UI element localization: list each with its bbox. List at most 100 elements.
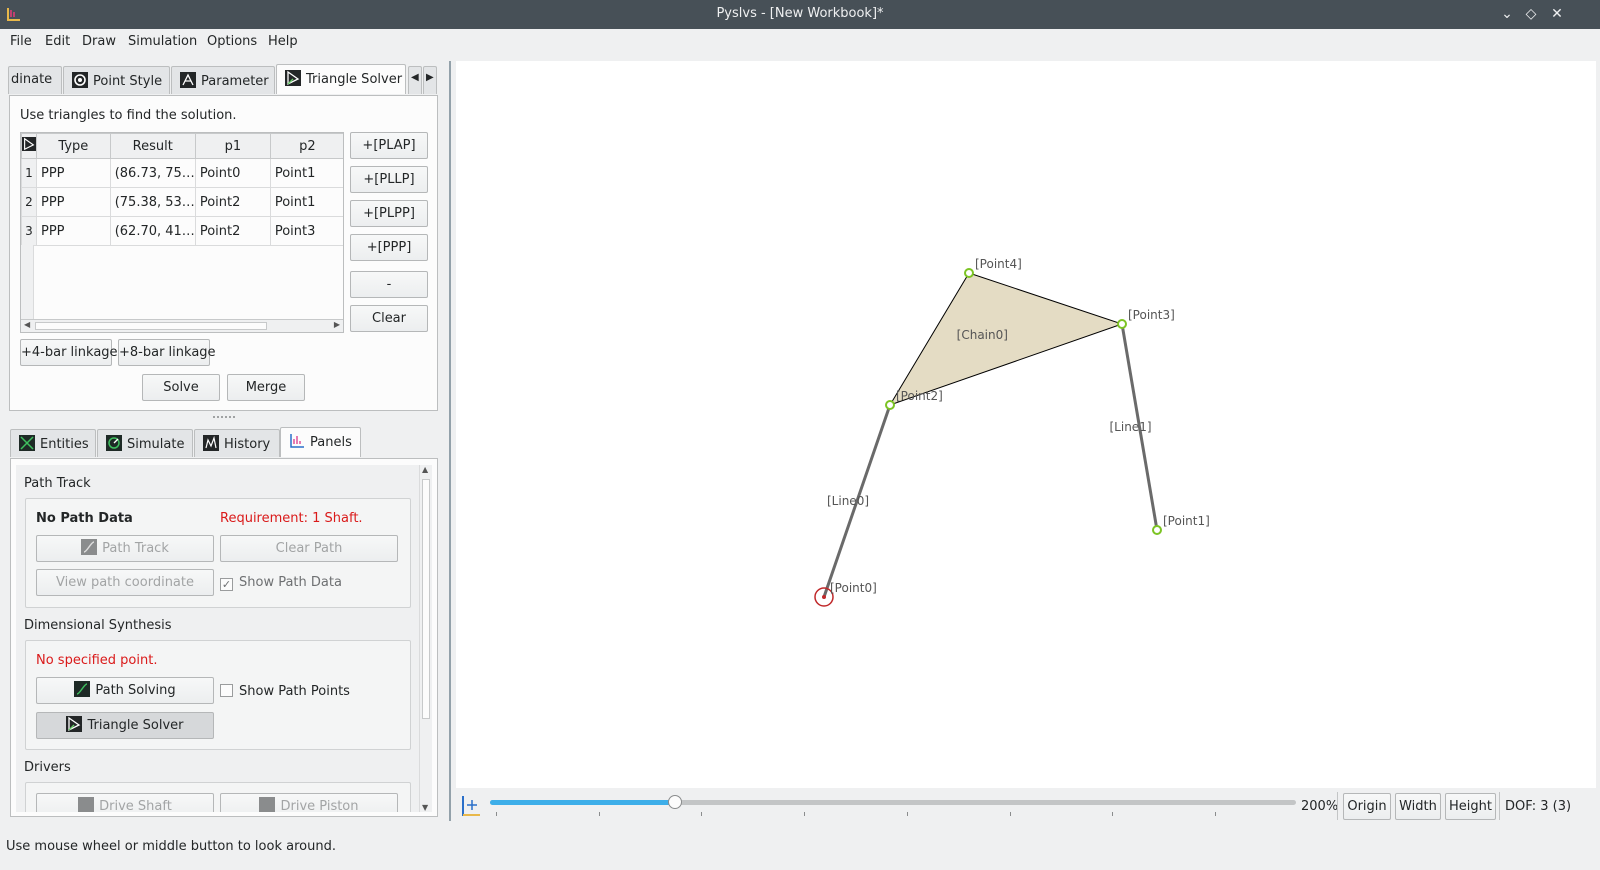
joint-point[interactable] (964, 268, 974, 278)
menu-file[interactable]: File (10, 34, 32, 49)
add-pllp-button[interactable]: +[PLLP] (350, 166, 428, 193)
scroll-up-icon[interactable]: ▲ (422, 465, 428, 474)
table-corner-icon[interactable] (21, 133, 37, 159)
origin-button[interactable]: Origin (1343, 793, 1391, 820)
scrollbar-thumb[interactable] (35, 322, 267, 330)
splitter-handle[interactable] (213, 416, 235, 418)
zoom-slider-handle[interactable] (668, 795, 683, 809)
add-ppp-button[interactable]: +[PPP] (350, 234, 428, 261)
tab-point-style[interactable]: Point Style (63, 66, 170, 94)
path-solving-button[interactable]: Path Solving (36, 677, 214, 704)
slider-tick (701, 812, 703, 816)
show-path-points-checkbox[interactable]: Show Path Points (220, 684, 350, 699)
cell-p1[interactable]: Point2 (194, 216, 271, 246)
chevron-down-icon[interactable]: ⌄ (1498, 5, 1516, 23)
menu-edit[interactable]: Edit (45, 34, 70, 49)
target-icon (72, 72, 88, 88)
table-row[interactable]: 3 PPP (62.70, 41… Point2 Point3 (21, 216, 343, 246)
link-label: [Line1] (1110, 420, 1152, 434)
joint-point[interactable] (1117, 319, 1127, 329)
height-button[interactable]: Height (1445, 793, 1496, 820)
add-4-bar-linkage-button[interactable]: +4-bar linkage (20, 339, 118, 366)
triangle-solver-icon (285, 70, 301, 86)
clear-path-button[interactable]: Clear Path (220, 535, 398, 562)
menu-options[interactable]: Options (207, 34, 257, 49)
solve-button[interactable]: Solve (142, 374, 220, 401)
tab-scroll-right-icon[interactable]: ▶ (423, 66, 437, 94)
cell-type[interactable]: PPP (36, 216, 111, 246)
show-path-data-checkbox[interactable]: ✓ Show Path Data (220, 575, 342, 591)
scroll-right-icon[interactable]: ▶ (334, 320, 340, 329)
drive-piston-button[interactable]: Drive Piston (220, 793, 398, 812)
scroll-down-icon[interactable]: ▼ (422, 803, 428, 812)
merge-button[interactable]: Merge (227, 374, 305, 401)
cell-p2[interactable]: Point1 (269, 187, 343, 217)
menu-draw[interactable]: Draw (82, 34, 116, 49)
tab-coordinate[interactable]: dinate (8, 66, 62, 94)
joint-point[interactable] (885, 400, 895, 410)
scroll-left-icon[interactable]: ◀ (24, 320, 30, 329)
main-splitter[interactable] (449, 61, 451, 821)
history-icon (203, 435, 219, 451)
column-header-result[interactable]: Result (109, 133, 196, 159)
width-button[interactable]: Width (1395, 793, 1441, 820)
dimensional-synthesis-status: No specified point. (36, 653, 158, 668)
cell-result[interactable]: (86.73, 75… (109, 158, 196, 188)
horizontal-scrollbar[interactable]: ◀ ▶ (21, 319, 343, 332)
cell-p2[interactable]: Point3 (269, 216, 343, 246)
path-track-requirement: Requirement: 1 Shaft. (220, 511, 363, 526)
window-title: Pyslvs - [New Workbook]* (716, 6, 884, 21)
mechanism-canvas[interactable]: [Line0] [Line1] [Chain0] [Point0] [Point1] [P… (456, 61, 1596, 788)
add-plpp-button[interactable]: +[PLPP] (350, 200, 428, 227)
remove-button[interactable]: - (350, 271, 428, 298)
table-row[interactable]: 1 PPP (86.73, 75… Point0 Point1 (21, 158, 343, 188)
slider-tick (1112, 812, 1114, 816)
zoom-to-fit-icon[interactable] (460, 795, 482, 817)
slider-tick (804, 812, 806, 816)
scrollbar-thumb[interactable] (422, 479, 430, 719)
link-label: [Chain0] (957, 328, 1008, 342)
cell-p1[interactable]: Point0 (194, 158, 271, 188)
path-track-heading: Path Track (24, 476, 91, 491)
column-header-p2[interactable]: p2 (269, 133, 343, 159)
view-path-coordinate-button[interactable]: View path coordinate (36, 569, 214, 596)
tab-parameter[interactable]: Parameter (171, 66, 275, 94)
menu-simulation[interactable]: Simulation (128, 34, 197, 49)
tab-entities[interactable]: Entities (10, 429, 96, 457)
column-header-type[interactable]: Type (36, 133, 111, 159)
panels-scroll-area: Path Track No Path Data Requirement: 1 S… (16, 465, 421, 812)
add-plap-button[interactable]: +[PLAP] (350, 132, 428, 159)
table-row[interactable]: 2 PPP (75.38, 53… Point2 Point1 (21, 187, 343, 217)
cell-p2[interactable]: Point1 (269, 158, 343, 188)
mechanism-drawing[interactable]: [Line0] [Line1] [Chain0] [Point0] [Point1] [P… (456, 61, 1596, 788)
point-label: [Point1] (1163, 514, 1210, 528)
vertical-scrollbar[interactable]: ▲ ▼ (419, 465, 432, 812)
ground-joint-center[interactable] (822, 595, 826, 599)
cell-result[interactable]: (62.70, 41… (109, 216, 196, 246)
tab-simulate[interactable]: Simulate (97, 429, 193, 457)
column-header-p1[interactable]: p1 (194, 133, 271, 159)
title-bar: Pyslvs - [New Workbook]* ⌄ ◇ ✕ (0, 0, 1600, 29)
diamond-icon[interactable]: ◇ (1522, 5, 1540, 23)
clear-button[interactable]: Clear (350, 305, 428, 332)
tab-triangle-solver[interactable]: Triangle Solver (276, 64, 406, 94)
link-label: [Line0] (827, 494, 869, 508)
zoom-bar: 200% Origin Width Height DOF: 3 (3) (456, 790, 1596, 822)
tab-panels[interactable]: Panels (280, 427, 361, 457)
tab-scroll-left-icon[interactable]: ◀ (408, 66, 422, 94)
cell-result[interactable]: (75.38, 53… (109, 187, 196, 217)
triangle-solver-button[interactable]: Triangle Solver (36, 712, 214, 739)
cell-type[interactable]: PPP (36, 158, 111, 188)
path-track-button[interactable]: Path Track (36, 535, 214, 562)
joint-point[interactable] (1152, 525, 1162, 535)
triangle-table: Type Result p1 p2 1 PPP (86.73, 75… Poin… (21, 133, 343, 246)
cell-type[interactable]: PPP (36, 187, 111, 217)
cell-p1[interactable]: Point2 (194, 187, 271, 217)
drive-shaft-button[interactable]: Drive Shaft (36, 793, 214, 812)
add-8-bar-linkage-button[interactable]: +8-bar linkage (118, 339, 216, 366)
close-icon[interactable]: ✕ (1548, 5, 1566, 23)
zoom-slider[interactable] (490, 795, 1296, 809)
menu-help[interactable]: Help (268, 34, 298, 49)
point-label: [Point2] (896, 389, 943, 403)
tab-history[interactable]: History (194, 429, 280, 457)
